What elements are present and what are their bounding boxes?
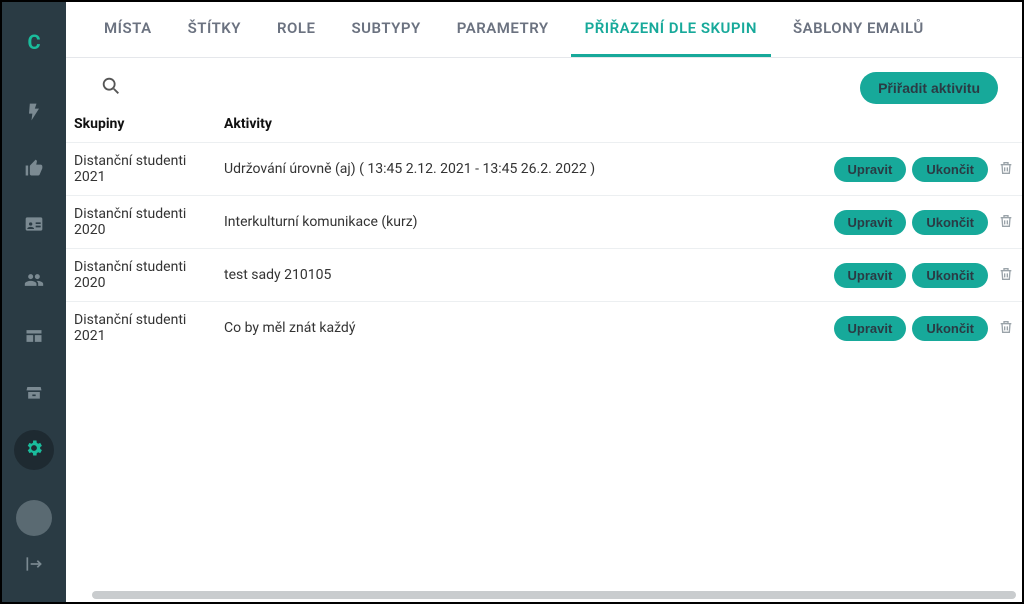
trash-icon — [998, 319, 1014, 339]
logout-icon — [24, 554, 44, 578]
tab-sablony-emailu[interactable]: Šablony emailů — [779, 2, 938, 57]
cell-activity: Udržování úrovně (aj) ( 13:45 2.12. 2021… — [216, 143, 820, 196]
end-label: Ukončit — [926, 215, 974, 230]
cell-group: Distanční studenti 2021 — [66, 143, 216, 196]
users-icon — [24, 270, 44, 294]
edit-button[interactable]: Upravit — [834, 210, 907, 235]
end-button[interactable]: Ukončit — [912, 210, 988, 235]
tab-subtypy[interactable]: Subtypy — [337, 2, 434, 57]
cell-activity: Interkulturní komunikace (kurz) — [216, 196, 820, 249]
trash-icon — [998, 160, 1014, 180]
assignments-table: Skupiny Aktivity Distanční studenti 2021… — [66, 110, 1022, 354]
main-panel: Místa Štítky Role Subtypy Parametry Přiř… — [66, 2, 1022, 602]
cell-group: Distanční studenti 2020 — [66, 249, 216, 302]
hscroll-track — [70, 591, 1018, 599]
app-frame: C — [0, 0, 1024, 604]
assign-activity-button[interactable]: Přiřadit aktivitu — [860, 72, 998, 104]
hscroll-thumb[interactable] — [92, 591, 1016, 599]
sidebar-item-activity[interactable] — [14, 94, 54, 134]
thumbs-up-icon — [24, 158, 44, 182]
search-icon[interactable] — [100, 75, 122, 101]
brand-logo[interactable]: C — [14, 22, 54, 62]
table-row: Distanční studenti 2021Udržování úrovně … — [66, 143, 1022, 196]
edit-button[interactable]: Upravit — [834, 263, 907, 288]
end-label: Ukončit — [926, 162, 974, 177]
col-header-activity: Aktivity — [216, 110, 820, 143]
tab-stitky[interactable]: Štítky — [174, 2, 255, 57]
tab-label: Šablony emailů — [793, 19, 924, 37]
cell-actions: Upravit Ukončit — [820, 302, 1022, 355]
brand-logo-letter: C — [27, 30, 40, 54]
table-icon — [24, 326, 44, 350]
trash-icon — [998, 213, 1014, 233]
table-scroll[interactable]: Skupiny Aktivity Distanční studenti 2021… — [66, 110, 1022, 592]
tab-label: Přiřazení dle skupin — [585, 19, 757, 37]
edit-label: Upravit — [848, 268, 893, 283]
sidebar-item-cards[interactable] — [14, 206, 54, 246]
logout-button[interactable] — [14, 546, 54, 586]
cell-activity: test sady 210105 — [216, 249, 820, 302]
delete-button[interactable] — [998, 160, 1014, 180]
delete-button[interactable] — [998, 213, 1014, 233]
cell-group: Distanční studenti 2021 — [66, 302, 216, 355]
sidebar-item-users[interactable] — [14, 262, 54, 302]
tab-label: Role — [277, 19, 315, 37]
tab-parametry[interactable]: Parametry — [443, 2, 563, 57]
archive-icon — [24, 382, 44, 406]
tabs: Místa Štítky Role Subtypy Parametry Přiř… — [66, 2, 1022, 58]
table-row: Distanční studenti 2021Co by měl znát ka… — [66, 302, 1022, 355]
end-button[interactable]: Ukončit — [912, 157, 988, 182]
sidebar-item-tables[interactable] — [14, 318, 54, 358]
edit-button[interactable]: Upravit — [834, 316, 907, 341]
sidebar-item-feedback[interactable] — [14, 150, 54, 190]
tab-label: Subtypy — [351, 19, 420, 37]
end-label: Ukončit — [926, 268, 974, 283]
col-header-actions — [820, 110, 1022, 143]
bolt-icon — [24, 102, 44, 126]
delete-button[interactable] — [998, 266, 1014, 286]
tab-label: Parametry — [457, 19, 549, 37]
sidebar-item-settings[interactable] — [14, 430, 54, 470]
cell-actions: Upravit Ukončit — [820, 143, 1022, 196]
tab-mista[interactable]: Místa — [90, 2, 166, 57]
tab-label: Místa — [104, 19, 152, 37]
delete-button[interactable] — [998, 319, 1014, 339]
trash-icon — [998, 266, 1014, 286]
gear-icon — [24, 438, 44, 462]
toolbar: Přiřadit aktivitu — [66, 58, 1022, 110]
end-label: Ukončit — [926, 321, 974, 336]
end-button[interactable]: Ukončit — [912, 263, 988, 288]
edit-label: Upravit — [848, 162, 893, 177]
cell-actions: Upravit Ukončit — [820, 249, 1022, 302]
cell-group: Distanční studenti 2020 — [66, 196, 216, 249]
edit-label: Upravit — [848, 215, 893, 230]
tab-prirazeni-dle-skupin[interactable]: Přiřazení dle skupin — [571, 2, 771, 57]
table-header-row: Skupiny Aktivity — [66, 110, 1022, 143]
sidebar: C — [2, 2, 66, 602]
table-row: Distanční studenti 2020test sady 210105U… — [66, 249, 1022, 302]
horizontal-scrollbar[interactable] — [66, 592, 1022, 602]
cell-actions: Upravit Ukončit — [820, 196, 1022, 249]
tab-label: Štítky — [188, 19, 241, 37]
tab-role[interactable]: Role — [263, 2, 329, 57]
assign-activity-label: Přiřadit aktivitu — [878, 80, 980, 96]
table-row: Distanční studenti 2020Interkulturní kom… — [66, 196, 1022, 249]
avatar[interactable] — [16, 500, 52, 536]
id-card-icon — [24, 214, 44, 238]
sidebar-item-archive[interactable] — [14, 374, 54, 414]
cell-activity: Co by měl znát každý — [216, 302, 820, 355]
col-header-group: Skupiny — [66, 110, 216, 143]
end-button[interactable]: Ukončit — [912, 316, 988, 341]
edit-button[interactable]: Upravit — [834, 157, 907, 182]
edit-label: Upravit — [848, 321, 893, 336]
